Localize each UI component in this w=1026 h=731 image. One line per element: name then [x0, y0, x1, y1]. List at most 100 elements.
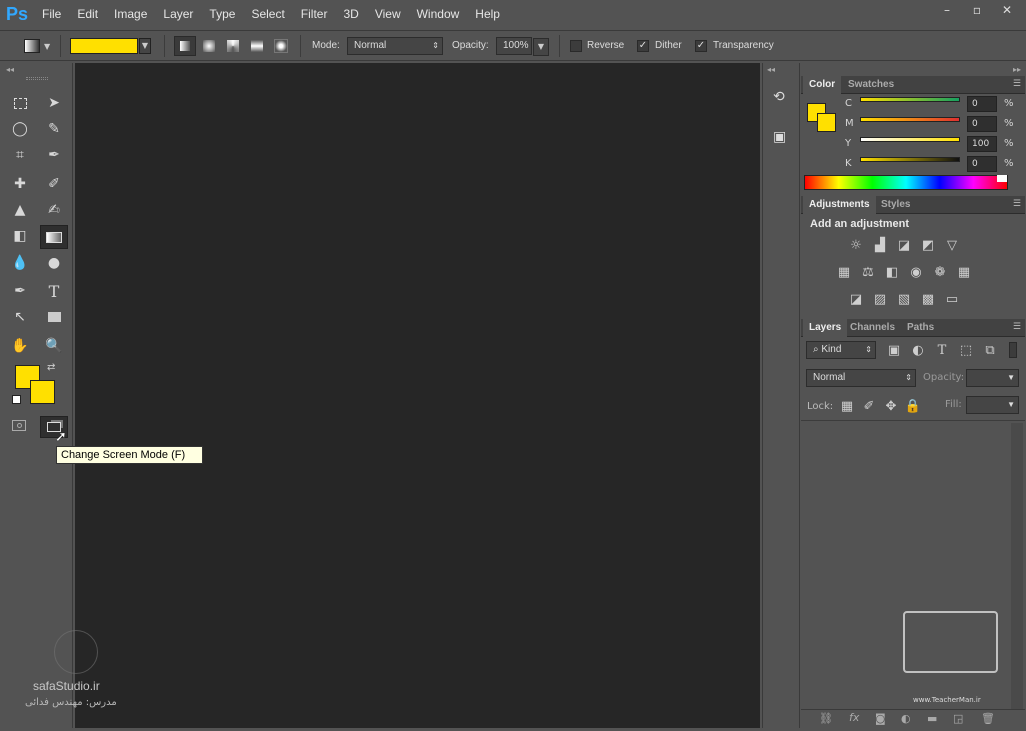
menu-filter[interactable]: Filter: [293, 0, 336, 29]
grip-icon[interactable]: [26, 77, 48, 80]
chevron-down-icon[interactable]: ▼: [44, 42, 50, 51]
new-layer-icon[interactable]: ◲: [953, 712, 963, 725]
filter-adjustment-icon[interactable]: ◐: [909, 342, 927, 358]
menu-view[interactable]: View: [367, 0, 409, 29]
black-white-icon[interactable]: ◧: [883, 264, 901, 280]
menu-type[interactable]: Type: [201, 0, 243, 29]
eraser-tool-icon[interactable]: ◧: [8, 225, 32, 247]
lock-transparent-icon[interactable]: ▦: [838, 398, 856, 414]
new-group-icon[interactable]: ▬: [927, 712, 937, 725]
history-panel-icon[interactable]: ⟲: [773, 89, 785, 105]
lock-image-icon[interactable]: ✐: [860, 398, 878, 414]
color-spectrum-bar[interactable]: [804, 175, 1008, 190]
channel-m-slider[interactable]: [860, 117, 960, 122]
lock-position-icon[interactable]: ✥: [882, 398, 900, 414]
fill-field[interactable]: ▼: [966, 396, 1019, 414]
tab-swatches[interactable]: Swatches: [842, 76, 900, 94]
pen-tool-icon[interactable]: ✒: [8, 280, 32, 302]
tab-channels[interactable]: Channels: [844, 319, 901, 337]
healing-brush-tool-icon[interactable]: ✚: [8, 173, 32, 195]
panel-menu-icon[interactable]: ☰: [1013, 79, 1021, 89]
trash-icon[interactable]: 🗑: [981, 712, 995, 725]
marquee-tool-icon[interactable]: [8, 92, 32, 114]
filter-toggle[interactable]: [1009, 342, 1017, 358]
blur-tool-icon[interactable]: 💧: [8, 252, 32, 274]
menu-layer[interactable]: Layer: [155, 0, 201, 29]
hue-saturation-icon[interactable]: ▦: [835, 264, 853, 280]
filter-type-icon[interactable]: T: [933, 342, 951, 358]
restore-button[interactable]: ▫: [962, 0, 992, 20]
exposure-icon[interactable]: ◩: [919, 237, 937, 253]
collapse-icon[interactable]: ◂◂: [6, 65, 14, 74]
quick-mask-icon[interactable]: [12, 420, 26, 431]
selective-color-icon[interactable]: ▩: [919, 291, 937, 307]
hand-tool-icon[interactable]: ✋: [8, 335, 32, 357]
filter-shape-icon[interactable]: ⬚: [957, 342, 975, 358]
channel-c-slider[interactable]: [860, 97, 960, 102]
lasso-tool-icon[interactable]: ◯: [8, 118, 32, 140]
path-selection-tool-icon[interactable]: ↖: [8, 306, 32, 328]
move-tool-icon[interactable]: ➤: [42, 92, 66, 114]
channel-k-slider[interactable]: [860, 157, 960, 162]
opacity-dropdown-icon[interactable]: ▼: [533, 38, 549, 56]
radial-gradient-button[interactable]: [203, 40, 215, 52]
menu-help[interactable]: Help: [467, 0, 508, 29]
zoom-tool-icon[interactable]: 🔍: [42, 335, 66, 357]
menu-window[interactable]: Window: [409, 0, 468, 29]
background-color-swatch[interactable]: [30, 380, 55, 404]
transparency-checkbox[interactable]: ✓: [695, 40, 707, 52]
history-brush-tool-icon[interactable]: ✍: [42, 199, 66, 221]
channel-y-value[interactable]: 100: [967, 136, 997, 152]
close-button[interactable]: ✕: [992, 0, 1022, 20]
quick-selection-tool-icon[interactable]: ✎: [42, 118, 66, 140]
linear-gradient-button[interactable]: [174, 36, 196, 56]
posterize-icon[interactable]: ▨: [871, 291, 889, 307]
default-colors-icon[interactable]: [12, 395, 21, 404]
gradient-map-icon[interactable]: ▭: [943, 291, 961, 307]
clone-stamp-tool-icon[interactable]: ▲: [8, 199, 32, 221]
crop-tool-icon[interactable]: ⌗: [8, 144, 32, 166]
properties-panel-icon[interactable]: ▣: [773, 129, 786, 145]
fx-icon[interactable]: fx: [849, 711, 859, 724]
document-canvas-area[interactable]: [75, 63, 760, 728]
channel-m-value[interactable]: 0: [967, 116, 997, 132]
dodge-tool-icon[interactable]: ●: [42, 252, 66, 274]
diamond-gradient-button[interactable]: [274, 39, 288, 53]
color-lookup-icon[interactable]: ▦: [955, 264, 973, 280]
collapse-panels-icon[interactable]: ▸▸: [1013, 65, 1021, 74]
curves-icon[interactable]: ◪: [895, 237, 913, 253]
menu-image[interactable]: Image: [106, 0, 155, 29]
tab-styles[interactable]: Styles: [875, 196, 916, 214]
channel-c-value[interactable]: 0: [967, 96, 997, 112]
panel-menu-icon[interactable]: ☰: [1013, 322, 1021, 332]
add-mask-icon[interactable]: ◙: [875, 712, 886, 725]
panel-menu-icon[interactable]: ☰: [1013, 199, 1021, 209]
layer-filter-kind[interactable]: ⌕ Kind ⇕: [806, 341, 876, 359]
brush-tool-icon[interactable]: ✐: [42, 173, 66, 195]
gradient-tool-icon[interactable]: [40, 225, 68, 249]
link-layers-icon[interactable]: ⛓: [819, 712, 833, 725]
color-balance-icon[interactable]: ⚖: [859, 264, 877, 280]
tool-preset-icon[interactable]: [24, 39, 40, 53]
photo-filter-icon[interactable]: ◉: [907, 264, 925, 280]
brightness-icon[interactable]: ☼: [847, 237, 865, 253]
dither-checkbox[interactable]: ✓: [637, 40, 649, 52]
minimize-button[interactable]: –: [932, 0, 962, 20]
invert-icon[interactable]: ◪: [847, 291, 865, 307]
opacity-field[interactable]: 100%: [496, 37, 532, 55]
filter-smart-object-icon[interactable]: ⧉: [981, 342, 999, 358]
mode-select[interactable]: Normal ⇕: [347, 37, 443, 55]
lock-all-icon[interactable]: 🔒: [904, 398, 922, 414]
color-panel-background[interactable]: [817, 113, 836, 132]
layer-opacity-field[interactable]: ▼: [966, 369, 1019, 387]
channel-mixer-icon[interactable]: ❁: [931, 264, 949, 280]
threshold-icon[interactable]: ▧: [895, 291, 913, 307]
reverse-checkbox[interactable]: [570, 40, 582, 52]
tab-adjustments[interactable]: Adjustments: [803, 196, 876, 214]
channel-k-value[interactable]: 0: [967, 156, 997, 172]
gradient-dropdown-icon[interactable]: ▼: [139, 38, 151, 54]
rectangle-tool-icon[interactable]: [42, 306, 66, 328]
filter-pixel-icon[interactable]: ▣: [885, 342, 903, 358]
menu-edit[interactable]: Edit: [69, 0, 106, 29]
new-adjustment-icon[interactable]: ◐: [901, 712, 911, 725]
